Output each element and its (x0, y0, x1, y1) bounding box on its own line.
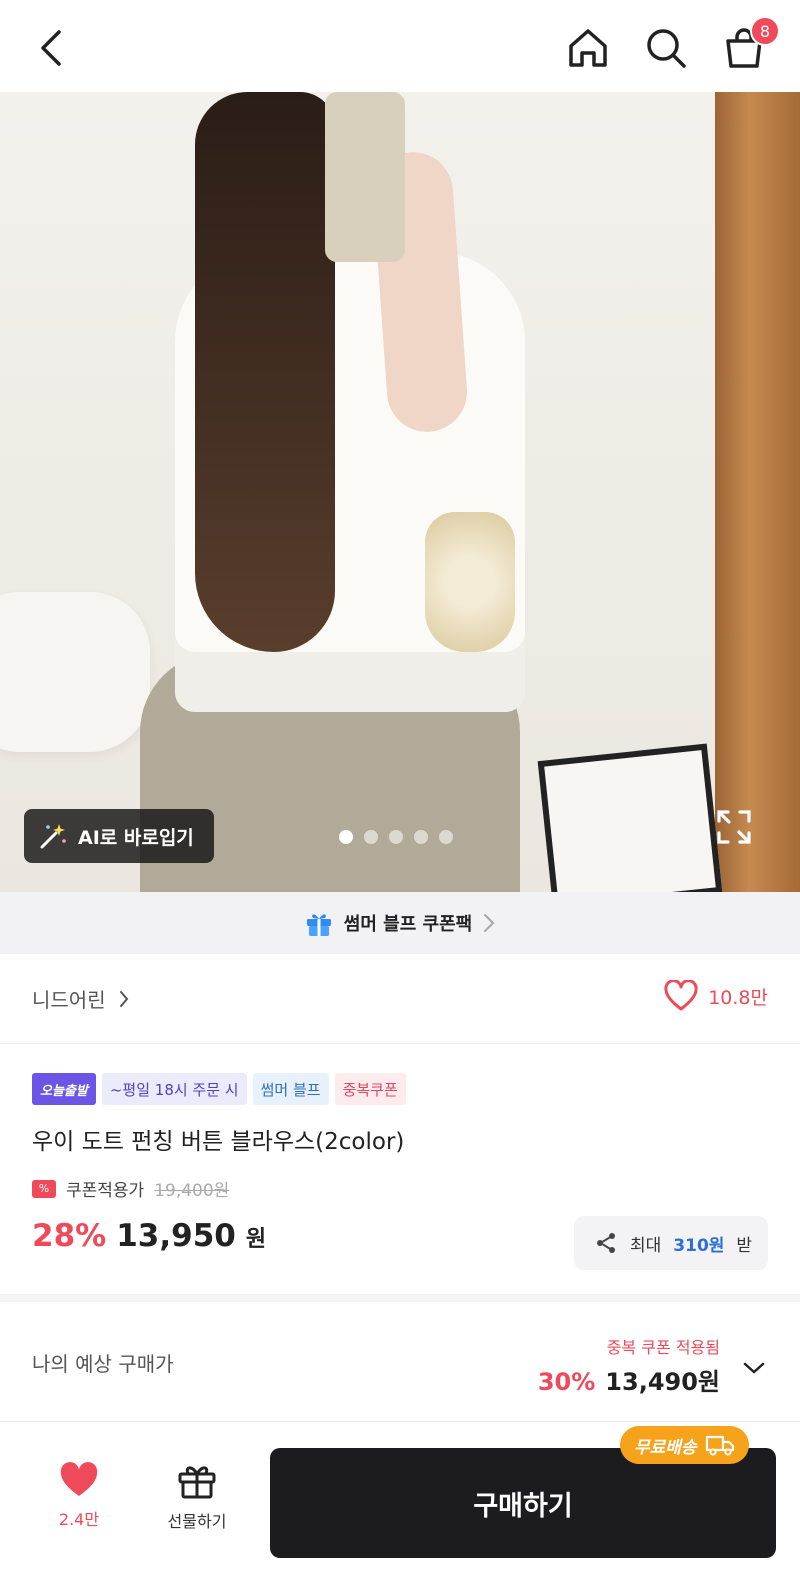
currency-unit: 원 (245, 1227, 267, 1252)
original-price: 19,400원 (154, 1181, 230, 1201)
price-row: 28% 13,950 원 (32, 1218, 266, 1254)
expected-price-value: 13,490원 (605, 1368, 720, 1396)
expected-price-section[interactable]: 나의 예상 구매가 중복 쿠폰 적용됨 30% 13,490원 (0, 1302, 800, 1422)
heart-filled-icon (60, 1462, 98, 1496)
photo-hair (195, 92, 335, 652)
tag-today-ship: 오늘출발 (32, 1073, 96, 1105)
expand-expected-price-button[interactable] (740, 1354, 768, 1382)
carousel-dot[interactable] (439, 830, 453, 844)
expand-icon (717, 810, 751, 844)
photo-bag (425, 512, 515, 652)
gift-button[interactable]: 선물하기 (157, 1462, 237, 1532)
back-button[interactable] (24, 22, 76, 74)
wishlist-button[interactable]: 2.4만 (44, 1462, 114, 1530)
coupon-pack-banner[interactable]: 썸머 블프 쿠폰팩 (0, 892, 800, 954)
heart-outline-icon (664, 980, 698, 1011)
chevron-right-icon (119, 990, 128, 1007)
ai-try-on-button[interactable]: AI로 바로입기 (24, 809, 214, 863)
sale-price: 13,950 (116, 1218, 236, 1254)
chevron-down-icon (743, 1362, 765, 1374)
tag-cutoff-time: ~평일 18시 주문 시 (101, 1073, 247, 1105)
coupon-price-row: % 쿠폰적용가 19,400원 (32, 1176, 229, 1201)
coupon-price-label: 쿠폰적용가 (66, 1181, 145, 1201)
cart-count-badge: 8 (750, 16, 780, 46)
magic-wand-icon (40, 824, 66, 849)
free-shipping-badge: 무료배송 (620, 1426, 749, 1464)
home-icon (569, 29, 607, 67)
share-icon (597, 1233, 615, 1253)
store-name: 니드어린 (32, 988, 106, 1012)
photo-mirror-frame (715, 92, 800, 892)
product-tags: 오늘출발 ~평일 18시 주문 시 썸머 블프 중복쿠폰 (32, 1073, 406, 1105)
gift-label: 선물하기 (167, 1512, 227, 1531)
share-amount: 310원 (673, 1235, 725, 1256)
tag-event: 썸머 블프 (252, 1073, 329, 1105)
product-image-carousel[interactable]: AI로 바로입기 (0, 92, 800, 892)
carousel-dot[interactable] (414, 830, 428, 844)
store-link[interactable]: 니드어린 (32, 984, 130, 1013)
store-like-count: 10.8만 (708, 986, 768, 1009)
free-shipping-label: 무료배송 (634, 1437, 697, 1458)
search-icon (647, 29, 686, 68)
gift-box-icon (306, 914, 331, 936)
delivery-truck-icon (705, 1435, 734, 1456)
store-row: 니드어린 10.8만 (0, 954, 800, 1044)
carousel-dot[interactable] (389, 830, 403, 844)
cart-button[interactable]: 8 (718, 16, 780, 74)
photo-sofa (0, 592, 150, 752)
carousel-dot-active[interactable] (339, 830, 353, 844)
photo-board (537, 743, 723, 892)
product-title: 우이 도트 펀칭 버튼 블라우스(2color) (32, 1129, 405, 1155)
buy-label: 구매하기 (473, 1490, 573, 1522)
product-info: 오늘출발 ~평일 18시 주문 시 썸머 블프 중복쿠폰 우이 도트 펀칭 버튼… (0, 1044, 800, 1302)
coupon-ticket-icon: % (32, 1179, 56, 1198)
gift-icon (178, 1466, 216, 1499)
expected-discount-rate: 30% (537, 1368, 596, 1396)
bottom-action-bar: 2.4만 선물하기 구매하기 무료배송 (0, 1422, 800, 1580)
ai-try-on-label: AI로 바로입기 (78, 826, 194, 849)
dup-coupon-applied-note: 중복 쿠폰 적용됨 (606, 1338, 720, 1357)
share-suffix: 받 (736, 1235, 753, 1256)
carousel-dot[interactable] (364, 830, 378, 844)
tag-dup-coupon: 중복쿠폰 (334, 1073, 406, 1105)
share-reward-button[interactable]: 최대 310원 받 (574, 1216, 768, 1270)
chevron-right-icon (484, 913, 495, 933)
store-like-button[interactable]: 10.8만 (664, 980, 768, 1012)
buy-button[interactable]: 구매하기 (270, 1448, 776, 1558)
expected-price-label: 나의 예상 구매가 (32, 1352, 174, 1376)
carousel-indicator (339, 830, 453, 844)
back-icon (41, 30, 61, 66)
home-button[interactable] (562, 22, 614, 74)
coupon-pack-label: 썸머 블프 쿠폰팩 (343, 914, 473, 935)
wishlist-count: 2.4만 (58, 1510, 100, 1529)
photo-phone (325, 92, 405, 262)
expected-price-row: 30% 13,490원 (538, 1362, 720, 1397)
top-app-bar: 8 (0, 0, 800, 92)
search-button[interactable] (640, 22, 692, 74)
share-prefix: 최대 (630, 1235, 662, 1256)
discount-rate: 28% (32, 1218, 107, 1254)
fullscreen-button[interactable] (712, 805, 756, 849)
